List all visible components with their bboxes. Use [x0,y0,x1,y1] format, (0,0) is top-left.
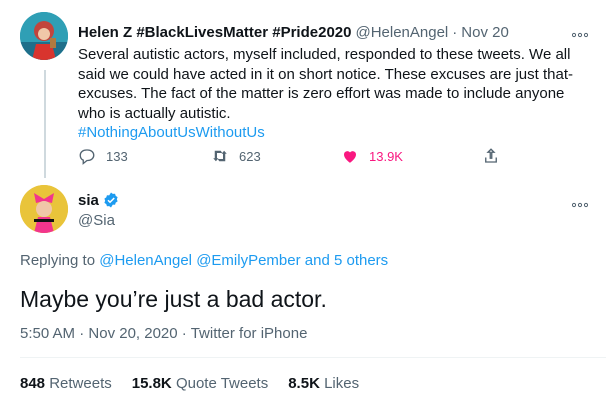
quote-tweets-stat-label: Quote Tweets [175,375,269,392]
helen-avatar[interactable] [20,12,68,60]
meta-separator-1: · [79,325,85,342]
heart-icon [344,151,356,163]
sia-handle[interactable]: @Sia [78,212,115,229]
verified-badge-icon [104,192,118,208]
reply-tweet-header: Helen Z #BlackLivesMatter #Pride2020 @He… [78,23,588,43]
main-tweet-more-icon[interactable] [571,195,589,211]
mention-others[interactable]: and 5 others [305,252,388,269]
retweet-count: 623 [239,148,261,164]
reply-count: 133 [106,148,128,164]
share-button[interactable] [482,147,510,165]
tweet-stats: 848 Retweets 15.8K Quote Tweets 8.5K Lik… [20,375,379,392]
reply-button[interactable]: 133 [78,147,128,165]
sia-avatar[interactable] [20,185,68,233]
quote-tweets-stat[interactable]: 15.8K Quote Tweets [132,375,268,392]
sia-name-row: sia [78,191,120,209]
retweets-stat-label: Retweets [49,375,112,392]
tweet-meta: 5:50 AM · Nov 20, 2020 · Twitter for iPh… [20,325,307,342]
reply-tweet-actions: 133 623 13.9K [78,147,508,169]
likes-stat[interactable]: 8.5K Likes [288,375,359,392]
meta-separator-2: · [181,325,187,342]
reply-icon [79,149,95,165]
replying-to-line: Replying to @HelenAngel @EmilyPember and… [20,252,388,269]
retweet-button[interactable]: 623 [211,147,261,165]
tweet-source[interactable]: Twitter for iPhone [191,325,308,342]
share-icon [485,148,497,163]
stats-divider [20,357,606,358]
main-tweet-text: Maybe you’re just a bad actor. [20,286,327,312]
like-button[interactable]: 13.9K [341,147,403,165]
sia-avatar-image [20,185,68,233]
retweets-stat[interactable]: 848 Retweets [20,375,112,392]
replying-prefix: Replying to [20,252,96,269]
mention-emilypember[interactable]: @EmilyPember [196,252,300,269]
reply-tweet-text: Several autistic actors, myself included… [78,45,583,143]
helen-avatar-image [20,12,68,60]
reply-tweet-body: Several autistic actors, myself included… [78,46,573,122]
more-icon[interactable] [571,25,589,41]
sia-display-name[interactable]: sia [78,192,99,209]
mention-helenangel[interactable]: @HelenAngel [99,252,192,269]
likes-stat-count: 8.5K [288,375,320,392]
thread-connector-line [44,70,46,178]
helen-handle[interactable]: @HelenAngel [355,23,448,43]
quote-tweets-stat-count: 15.8K [131,375,172,392]
hashtag-link[interactable]: #NothingAboutUsWithoutUs [78,123,583,143]
tweet-time[interactable]: 5:50 AM [20,325,75,342]
likes-stat-label: Likes [324,375,360,392]
retweets-stat-count: 848 [20,375,46,392]
header-separator: · [452,24,458,41]
helen-display-name[interactable]: Helen Z #BlackLivesMatter #Pride2020 [78,23,351,43]
retweet-icon [213,150,227,162]
reply-tweet-date[interactable]: Nov 20 [461,23,509,43]
like-count: 13.9K [369,148,403,164]
reply-tweet: Helen Z #BlackLivesMatter #Pride2020 @He… [78,23,589,143]
tweet-date[interactable]: Nov 20, 2020 [88,325,177,342]
